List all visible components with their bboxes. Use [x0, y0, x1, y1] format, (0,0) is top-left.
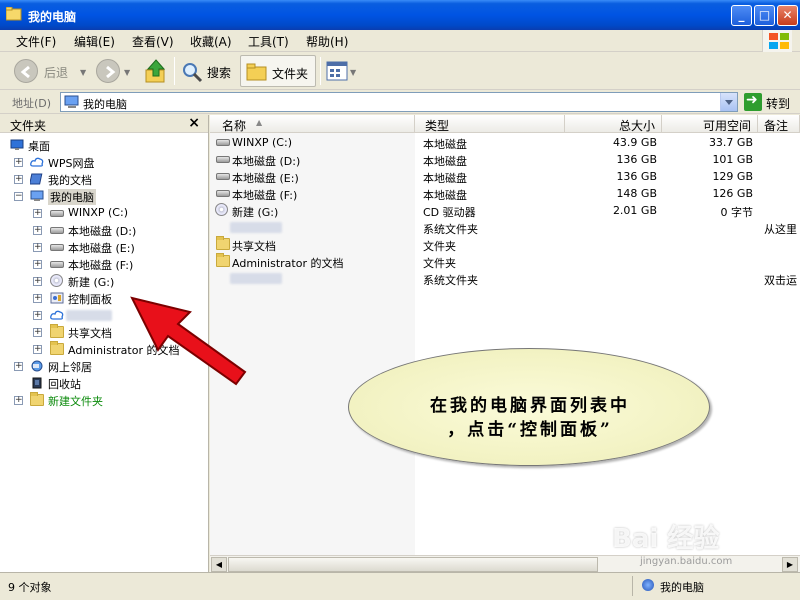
baidu-watermark-url: jingyan.baidu.com	[640, 556, 733, 567]
baidu-watermark: Bai 经验	[612, 524, 720, 554]
instruction-callout: 在我的电脑界面列表中 ，点击“控制面板”	[348, 348, 710, 466]
annotation-arrow-icon	[130, 296, 247, 386]
callout-line-1: 在我的电脑界面列表中	[430, 396, 630, 416]
callout-line-2: ，点击“控制面板”	[447, 420, 613, 440]
